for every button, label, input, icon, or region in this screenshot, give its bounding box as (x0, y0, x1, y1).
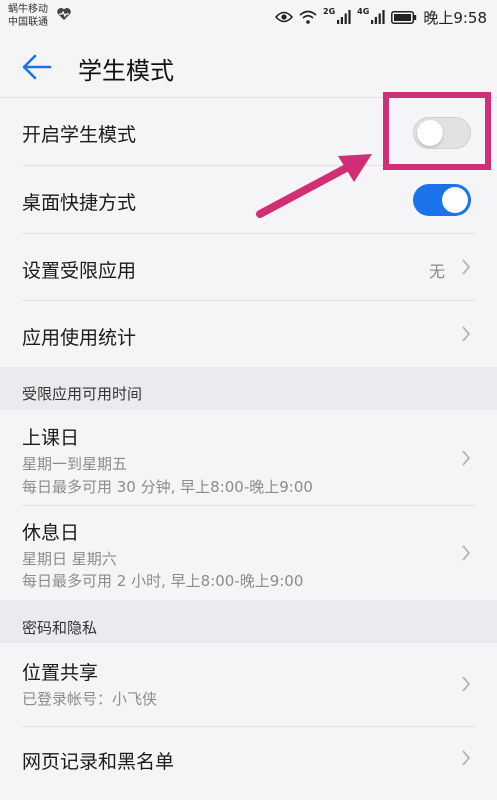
page-title: 学生模式 (78, 57, 174, 85)
status-icons: 2G 4G 晚上9:58 (275, 6, 487, 28)
section-header-password-privacy: 密码和隐私 (0, 600, 497, 643)
annotation-highlight-box (383, 92, 491, 170)
battery-icon (391, 10, 417, 24)
section-header-available-time: 受限应用可用时间 (0, 367, 497, 410)
section-title: 密码和隐私 (22, 619, 98, 637)
app-usage-stats-row[interactable]: 应用使用统计 (0, 301, 497, 367)
back-arrow-icon[interactable] (20, 52, 54, 82)
chevron-right-icon (462, 450, 471, 466)
signal-icon-2 (371, 10, 385, 24)
carrier-info: 蜗牛移动 中国联通 (8, 3, 48, 29)
eye-comfort-icon (275, 11, 294, 23)
health-heart-icon (57, 8, 71, 20)
school-days-limit: 每日最多可用 30 分钟, 早上8:00-晚上9:00 (22, 478, 313, 496)
signal-icon-1 (337, 10, 351, 24)
web-records-label: 网页记录和黑名单 (22, 751, 175, 773)
carrier-name-1: 蜗牛移动 (8, 4, 48, 15)
location-sharing-row[interactable]: 位置共享 已登录帐号：小飞侠 (0, 643, 497, 726)
rest-days-row[interactable]: 休息日 星期日 星期六 每日最多可用 2 小时, 早上8:00-晚上9:00 (0, 506, 497, 600)
restricted-apps-row[interactable]: 设置受限应用 无 (0, 234, 497, 300)
wifi-icon (299, 10, 317, 24)
rest-days-label: 休息日 (22, 522, 80, 544)
chevron-right-icon (462, 676, 471, 692)
restricted-apps-value: 无 (428, 262, 445, 281)
location-sharing-label: 位置共享 (22, 662, 99, 684)
section-title: 受限应用可用时间 (22, 385, 143, 403)
chevron-right-icon (462, 750, 471, 766)
logged-in-account: 已登录帐号：小飞侠 (22, 690, 158, 708)
web-records-row[interactable]: 网页记录和黑名单 (0, 727, 497, 800)
status-bar: 蜗牛移动 中国联通 2G 4G 晚上9:58 (0, 0, 497, 34)
network-type-2: 4G (357, 6, 370, 16)
desktop-shortcut-toggle[interactable] (413, 184, 471, 216)
rest-days-range: 星期日 星期六 (22, 550, 117, 568)
desktop-shortcut-label: 桌面快捷方式 (22, 192, 137, 214)
school-days-row[interactable]: 上课日 星期一到星期五 每日最多可用 30 分钟, 早上8:00-晚上9:00 (0, 410, 497, 505)
chevron-right-icon (462, 545, 471, 561)
rest-days-limit: 每日最多可用 2 小时, 早上8:00-晚上9:00 (22, 572, 304, 590)
school-days-range: 星期一到星期五 (22, 455, 128, 473)
app-usage-stats-label: 应用使用统计 (22, 327, 137, 349)
annotation-arrow-icon (256, 154, 372, 218)
toggle-knob (442, 187, 468, 213)
clock: 晚上9:58 (423, 8, 487, 27)
restricted-apps-label: 设置受限应用 (22, 260, 137, 282)
student-mode-label: 开启学生模式 (22, 124, 137, 146)
chevron-right-icon (462, 259, 471, 275)
carrier-name-2: 中国联通 (8, 17, 48, 28)
network-type-1: 2G (323, 6, 336, 16)
title-bar: 学生模式 (0, 34, 497, 98)
desktop-shortcut-row[interactable]: 桌面快捷方式 (0, 166, 497, 233)
school-days-label: 上课日 (22, 427, 80, 449)
chevron-right-icon (462, 326, 471, 342)
